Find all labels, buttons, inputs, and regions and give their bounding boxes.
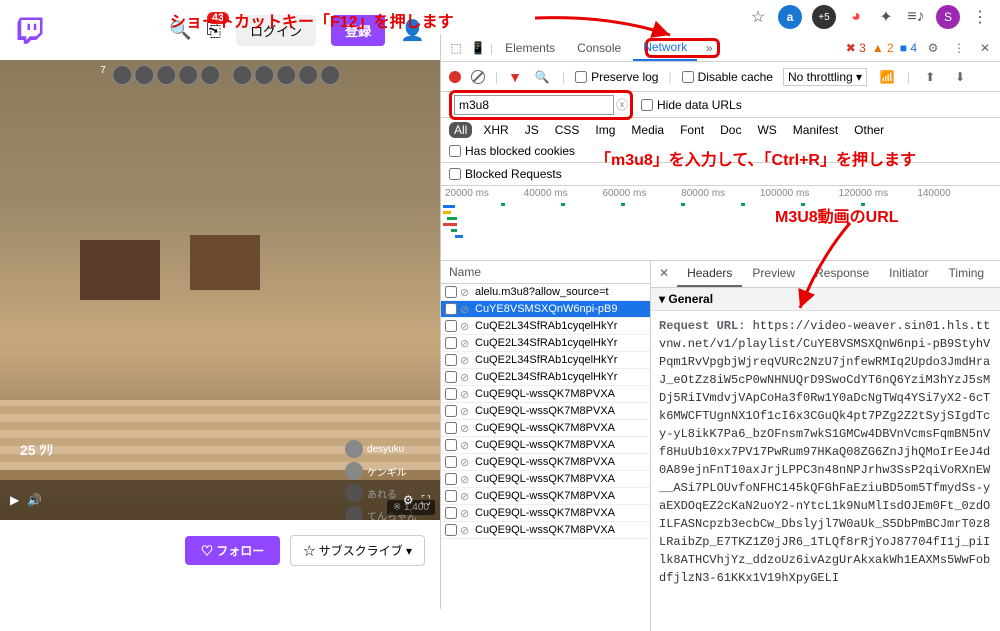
game-hud: 7 xyxy=(100,65,340,85)
info-count[interactable]: ■ 4 xyxy=(900,41,917,55)
profile-avatar[interactable]: S xyxy=(936,5,960,29)
gear-icon[interactable]: ⚙ xyxy=(923,38,943,58)
video-player[interactable]: 7 25 ﾂﾘ desyuku ケンギル あれる てんちゃん ※ 1,400 ▶… xyxy=(0,60,440,520)
tick: 140000 xyxy=(917,188,996,199)
dt-menu-icon[interactable]: ⋮ xyxy=(949,38,969,58)
disable-cache-checkbox[interactable]: Disable cache xyxy=(682,70,773,84)
close-detail-icon[interactable]: ✕ xyxy=(651,261,677,287)
download-icon[interactable]: ⬇ xyxy=(950,67,970,87)
network-row[interactable]: ⊘CuQE9QL-wssQK7M8PVXA xyxy=(441,488,650,505)
error-count[interactable]: ✖ 3 xyxy=(846,41,866,55)
filter-ws[interactable]: WS xyxy=(752,122,781,138)
filter-doc[interactable]: Doc xyxy=(715,122,746,138)
filter-media[interactable]: Media xyxy=(626,122,669,138)
tab-timing[interactable]: Timing xyxy=(939,261,995,287)
preserve-log-checkbox[interactable]: Preserve log xyxy=(575,70,658,84)
network-row[interactable]: ⊘CuQE9QL-wssQK7M8PVXA xyxy=(441,454,650,471)
volume-icon[interactable]: 🔊 xyxy=(27,493,42,507)
clear-filter-icon[interactable]: ⓧ xyxy=(616,96,628,113)
network-row[interactable]: ⊘CuYE8VSMSXQnW6npi-pB9 xyxy=(441,301,650,318)
tick: 40000 ms xyxy=(524,188,603,199)
network-row[interactable]: ⊘CuQE9QL-wssQK7M8PVXA xyxy=(441,471,650,488)
filter-other[interactable]: Other xyxy=(849,122,889,138)
network-row[interactable]: ⊘CuQE2L34SfRAb1cyqelHkYr xyxy=(441,335,650,352)
annotation-m3u8: 「m3u8」を入力して、「Ctrl+R」を押します xyxy=(595,146,916,170)
fullscreen-icon[interactable]: ⛶ xyxy=(422,493,430,508)
tick: 80000 ms xyxy=(681,188,760,199)
network-row[interactable]: ⊘CuQE2L34SfRAb1cyqelHkYr xyxy=(441,352,650,369)
settings-icon[interactable]: ⚙ xyxy=(403,493,414,507)
chat-user: ケンギル xyxy=(345,462,435,480)
search-net-icon[interactable]: 🔍 xyxy=(532,67,552,87)
more-tabs-icon[interactable]: » xyxy=(699,38,719,58)
menu-icon[interactable]: ⋮ xyxy=(970,7,990,27)
close-devtools-icon[interactable]: ✕ xyxy=(975,38,995,58)
annotation-f12: ショートカットキー「F12」を押します xyxy=(170,8,454,32)
filter-input-highlight: ⓧ xyxy=(449,90,633,120)
filter-all[interactable]: All xyxy=(449,122,472,138)
time-display: 25 ﾂﾘ xyxy=(20,440,53,460)
follow-button[interactable]: ♡ フォロー xyxy=(185,536,280,565)
tab-headers[interactable]: Headers xyxy=(677,261,742,287)
filter-font[interactable]: Font xyxy=(675,122,709,138)
filter-input[interactable] xyxy=(454,95,614,115)
filter-js[interactable]: JS xyxy=(520,122,544,138)
tick: 60000 ms xyxy=(602,188,681,199)
annotation-url: M3U8動画のURL xyxy=(775,203,899,227)
column-name[interactable]: Name xyxy=(441,261,650,284)
network-row[interactable]: ⊘CuQE9QL-wssQK7M8PVXA xyxy=(441,420,650,437)
ext-icon-1[interactable]: a xyxy=(778,5,802,29)
request-url-value: https://video-weaver.sin01.hls.ttvnw.net… xyxy=(659,319,990,585)
tick: 100000 ms xyxy=(760,188,839,199)
tick: 120000 ms xyxy=(839,188,918,199)
subscribe-button[interactable]: ☆ サブスクライブ ▾ xyxy=(290,535,425,566)
twitch-logo[interactable] xyxy=(15,15,45,45)
request-url-label: Request URL: xyxy=(659,319,745,333)
upload-icon[interactable]: ⬆ xyxy=(920,67,940,87)
filter-xhr[interactable]: XHR xyxy=(478,122,513,138)
extensions-icon[interactable]: ✦ xyxy=(876,7,896,27)
ext-icon-2[interactable]: +5 xyxy=(812,5,836,29)
network-row[interactable]: ⊘CuQE9QL-wssQK7M8PVXA xyxy=(441,437,650,454)
filter-icon[interactable]: ▼ xyxy=(508,69,522,85)
video-controls[interactable]: ▶ 🔊 ⚙ ⛶ xyxy=(0,480,440,520)
hide-urls-checkbox[interactable]: Hide data URLs xyxy=(641,98,742,112)
network-row[interactable]: ⊘CuQE9QL-wssQK7M8PVXA xyxy=(441,505,650,522)
network-row[interactable]: ⊘CuQE9QL-wssQK7M8PVXA xyxy=(441,403,650,420)
network-row[interactable]: ⊘CuQE9QL-wssQK7M8PVXA xyxy=(441,386,650,403)
warn-count[interactable]: ▲ 2 xyxy=(872,41,894,55)
network-row[interactable]: ⊘CuQE2L34SfRAb1cyqelHkYr xyxy=(441,369,650,386)
blocked-requests-checkbox[interactable]: Blocked Requests xyxy=(449,167,562,181)
filter-css[interactable]: CSS xyxy=(550,122,585,138)
record-button[interactable] xyxy=(449,71,461,83)
network-row[interactable]: ⊘CuQE9QL-wssQK7M8PVXA xyxy=(441,522,650,539)
ext-icon-3[interactable]: ◕ xyxy=(846,7,866,27)
filter-manifest[interactable]: Manifest xyxy=(788,122,843,138)
throttle-select[interactable]: No throttling ▾ xyxy=(783,68,867,86)
timeline[interactable]: 20000 ms 40000 ms 60000 ms 80000 ms 1000… xyxy=(441,186,1000,261)
tab-initiator[interactable]: Initiator xyxy=(879,261,938,287)
tick: 20000 ms xyxy=(445,188,524,199)
playlist-icon[interactable]: ≡♪ xyxy=(906,7,926,27)
star-icon[interactable]: ☆ xyxy=(748,7,768,27)
device-icon[interactable]: 📱 xyxy=(468,38,488,58)
wifi-icon[interactable]: 📶 xyxy=(877,67,897,87)
play-icon[interactable]: ▶ xyxy=(10,493,19,507)
network-row[interactable]: ⊘alelu.m3u8?allow_source=t xyxy=(441,284,650,301)
filter-img[interactable]: Img xyxy=(590,122,620,138)
clear-button[interactable] xyxy=(471,70,485,84)
devtools-tabbar: ⬚ 📱 | Elements Console Network » ✖ 3 ▲ 2… xyxy=(441,34,1000,62)
has-blocked-checkbox[interactable]: Has blocked cookies xyxy=(449,144,575,158)
chat-user: desyuku xyxy=(345,440,435,458)
inspect-icon[interactable]: ⬚ xyxy=(446,38,466,58)
network-row[interactable]: ⊘CuQE2L34SfRAb1cyqelHkYr xyxy=(441,318,650,335)
